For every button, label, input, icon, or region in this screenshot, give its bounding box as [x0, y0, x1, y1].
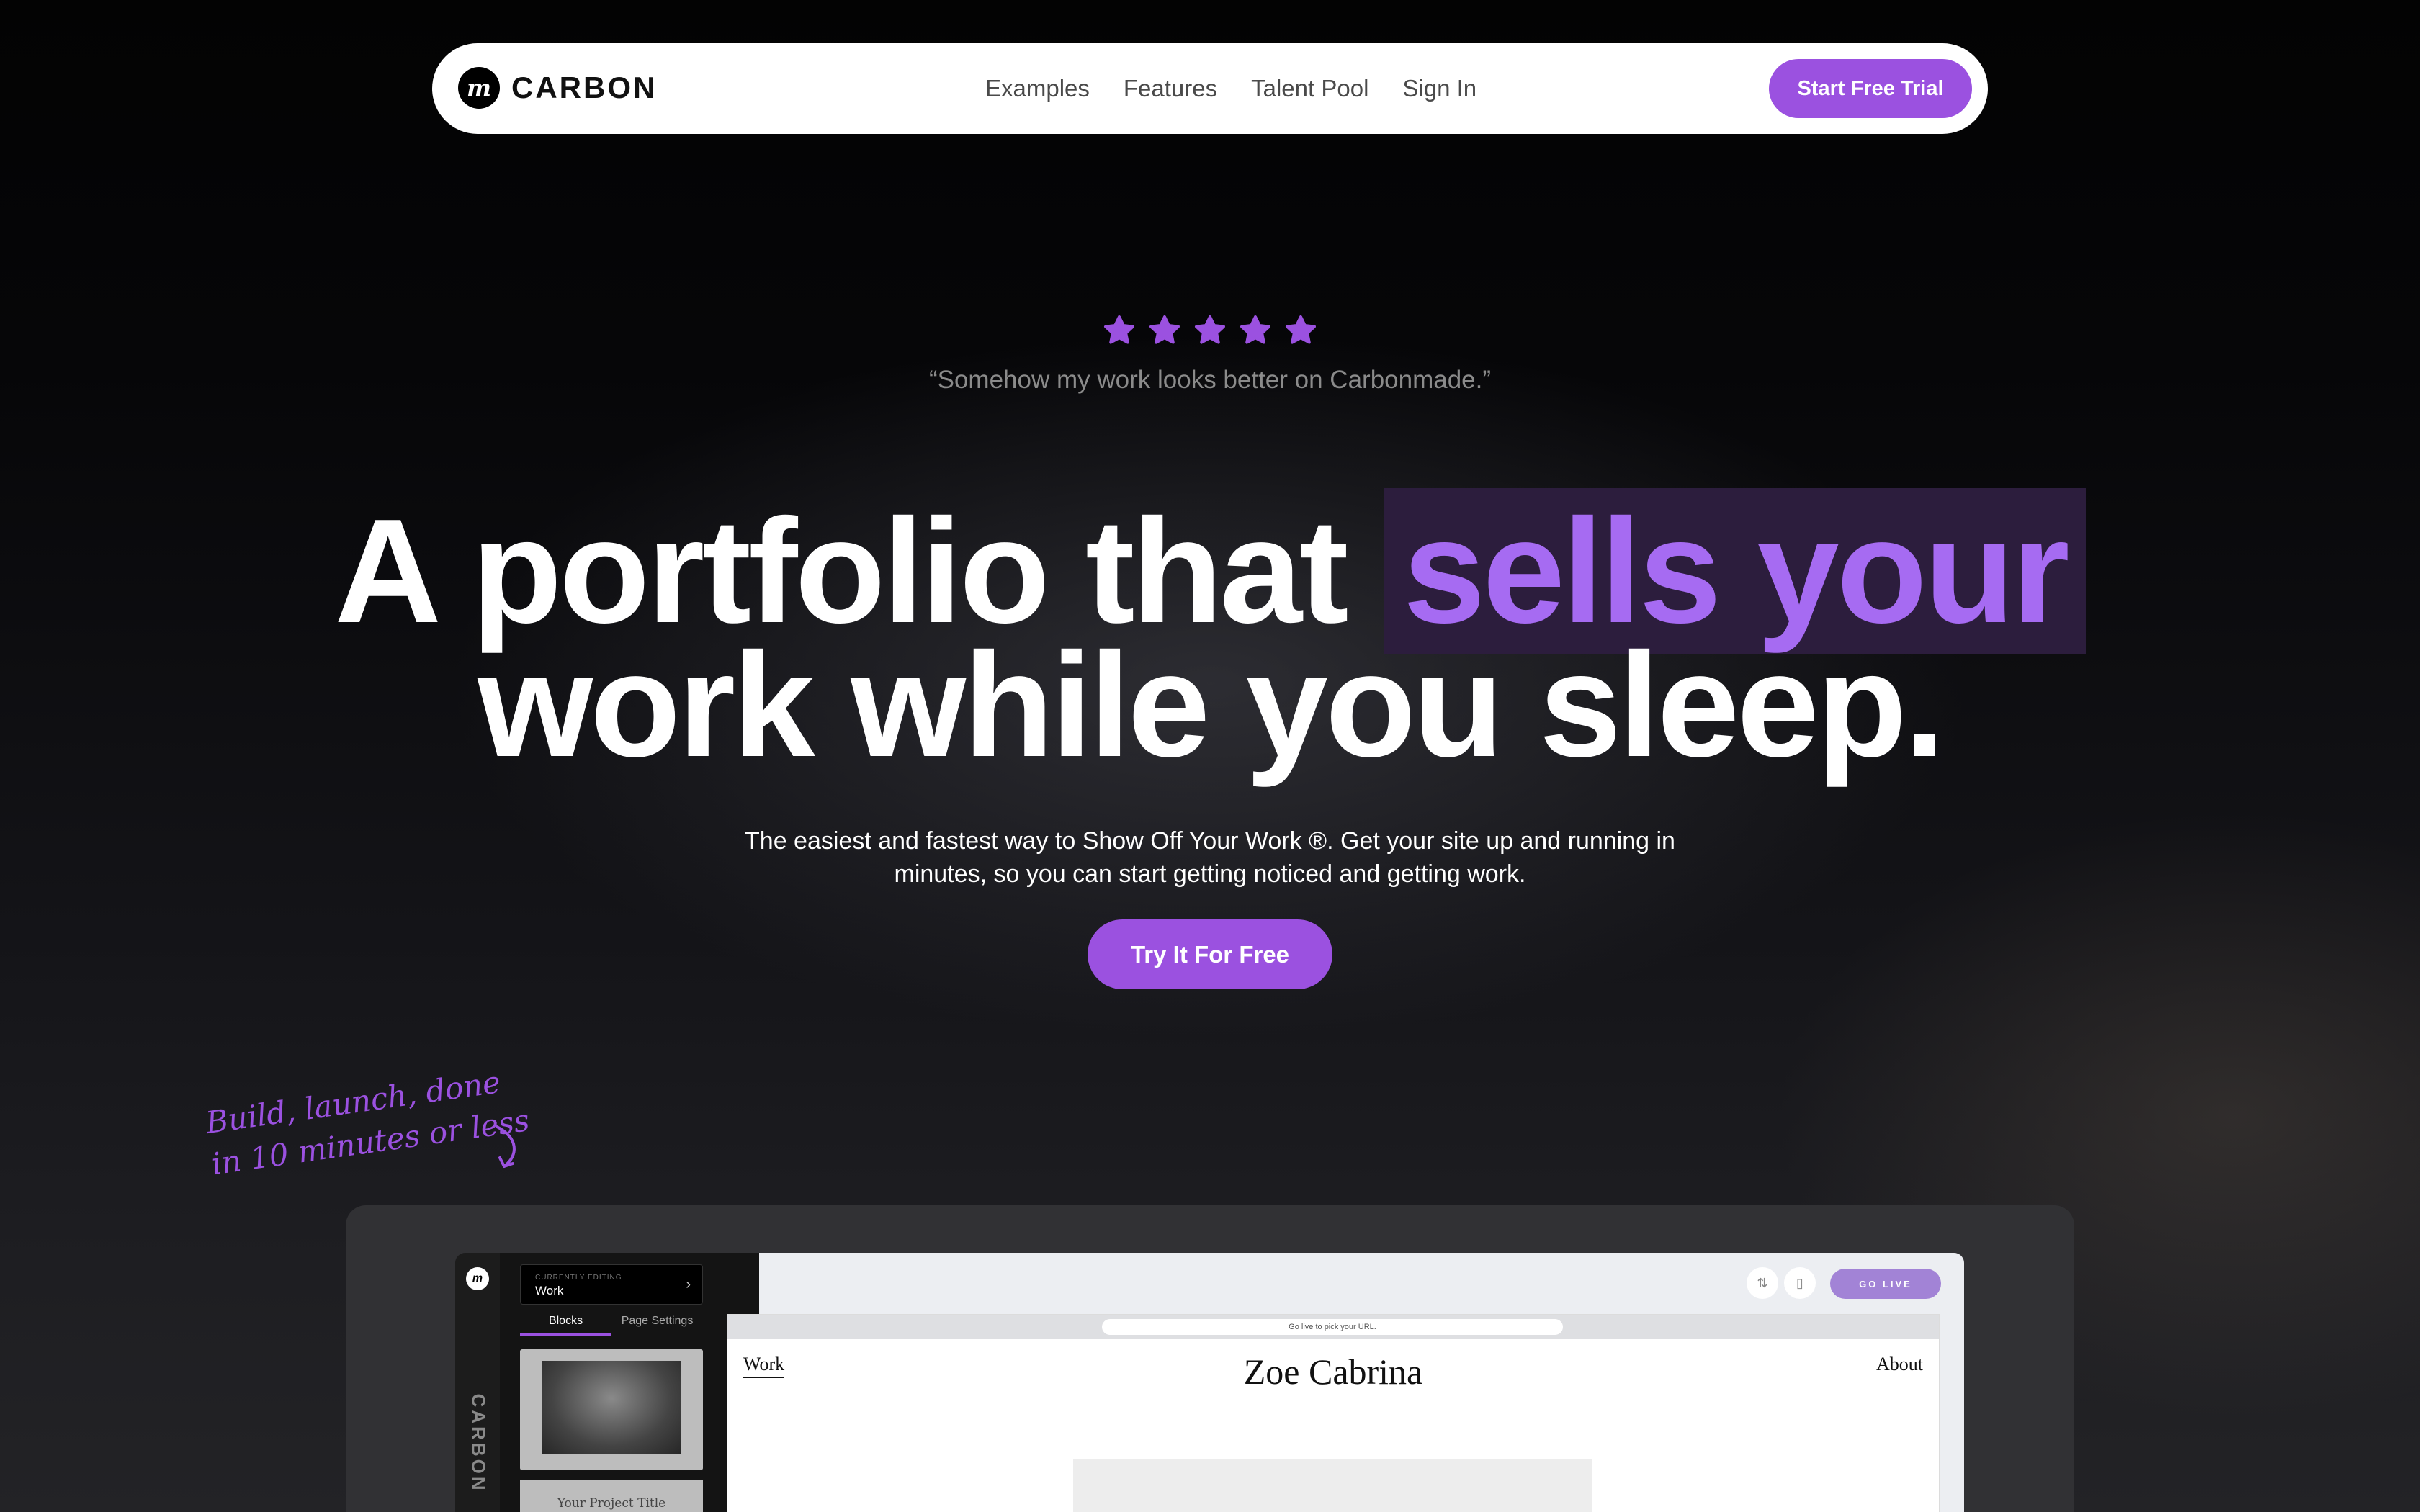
- logo-mark-icon: m: [458, 67, 500, 109]
- nav-link-features[interactable]: Features: [1124, 75, 1217, 102]
- project-title-block[interactable]: Your Project Title: [520, 1480, 703, 1512]
- nav-links: Examples Features Talent Pool Sign In: [985, 43, 1510, 134]
- currently-editing-value: Work: [535, 1284, 564, 1297]
- editor-canvas: ⇅ ▯ GO LIVE Go live to pick your URL. Wo…: [727, 1253, 1964, 1512]
- curved-arrow-icon: [496, 1125, 516, 1168]
- mobile-preview-icon[interactable]: ▯: [1784, 1267, 1816, 1299]
- site-content-placeholder: [1073, 1459, 1592, 1512]
- logo[interactable]: m CARBON: [458, 67, 657, 109]
- sort-icon[interactable]: ⇅: [1747, 1267, 1778, 1299]
- site-preview: Go live to pick your URL. Work Zoe Cabri…: [727, 1315, 1939, 1512]
- editor-rail: m CARBON: [455, 1253, 500, 1512]
- hero-headline: A portfolio that sells your work while y…: [0, 488, 2420, 779]
- rail-logo-icon[interactable]: m: [466, 1267, 489, 1290]
- star-icon: [1150, 315, 1180, 344]
- editor-panel: CURRENTLY EDITING Work › Blocks Page Set…: [500, 1253, 759, 1512]
- nav-link-examples[interactable]: Examples: [985, 75, 1090, 102]
- currently-editing-selector[interactable]: CURRENTLY EDITING Work ›: [520, 1264, 703, 1305]
- editor-preview: m CARBON CURRENTLY EDITING Work › Blocks…: [455, 1253, 1964, 1512]
- tab-page-settings[interactable]: Page Settings: [611, 1315, 703, 1336]
- try-it-for-free-button[interactable]: Try It For Free: [1088, 919, 1332, 989]
- currently-editing-label: CURRENTLY EDITING: [535, 1274, 622, 1282]
- start-free-trial-button[interactable]: Start Free Trial: [1769, 59, 1972, 118]
- chevron-right-icon: ›: [686, 1277, 691, 1292]
- logo-text: CARBON: [511, 71, 658, 104]
- star-icon: [1286, 315, 1316, 344]
- top-nav: m CARBON Examples Features Talent Pool S…: [432, 43, 1988, 134]
- rating-stars: [1102, 313, 1329, 348]
- tab-blocks[interactable]: Blocks: [520, 1315, 611, 1336]
- panel-tabs: Blocks Page Settings: [520, 1315, 703, 1336]
- star-icon: [1104, 315, 1134, 344]
- rail-brand-text: CARBON: [467, 1393, 490, 1493]
- star-icon: [1240, 315, 1270, 344]
- go-live-button[interactable]: GO LIVE: [1830, 1269, 1941, 1299]
- nav-link-sign-in[interactable]: Sign In: [1402, 75, 1476, 102]
- hero-subtitle: The easiest and fastest way to Show Off …: [745, 827, 1675, 888]
- block-thumbnail[interactable]: [520, 1349, 703, 1470]
- site-nav-about[interactable]: About: [1876, 1354, 1923, 1375]
- star-icon: [1195, 315, 1225, 344]
- nav-link-talent-pool[interactable]: Talent Pool: [1251, 75, 1368, 102]
- thumbnail-image: [542, 1361, 681, 1454]
- url-hint[interactable]: Go live to pick your URL.: [1102, 1319, 1563, 1335]
- browser-bar: Go live to pick your URL.: [727, 1315, 1939, 1339]
- site-name: Zoe Cabrina: [1243, 1351, 1423, 1392]
- headline-line2: work while you sleep.: [478, 622, 1945, 788]
- testimonial-quote: “Somehow my work looks better on Carbonm…: [928, 366, 1492, 394]
